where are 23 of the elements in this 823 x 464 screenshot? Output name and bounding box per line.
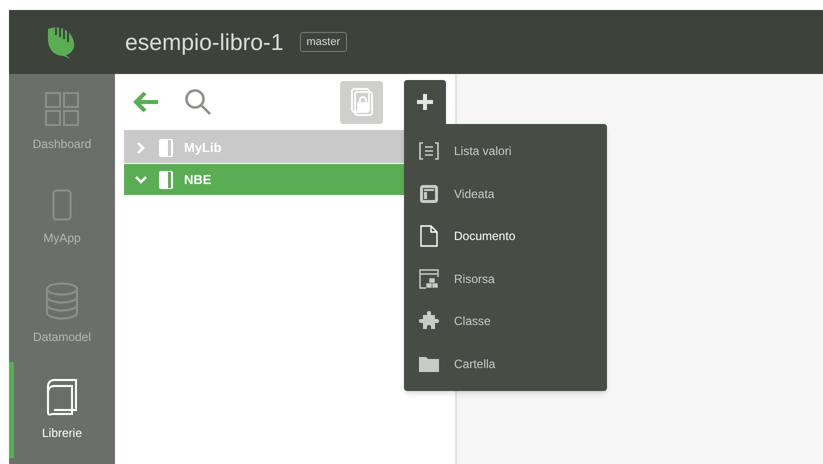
menu-item[interactable]: Classe bbox=[404, 300, 607, 342]
add-button[interactable] bbox=[404, 80, 446, 124]
search-icon[interactable] bbox=[184, 88, 212, 116]
project-title: esempio-libro-1 bbox=[125, 28, 284, 57]
phone-icon bbox=[52, 189, 72, 221]
grid-icon bbox=[44, 91, 80, 127]
lock-icon bbox=[350, 88, 372, 116]
branch-tag: master bbox=[300, 32, 348, 52]
resource-icon bbox=[419, 268, 439, 289]
document-icon bbox=[420, 225, 438, 248]
folder-icon bbox=[419, 356, 439, 372]
menu-item[interactable]: Documento bbox=[404, 215, 607, 258]
menu-item[interactable]: Cartella bbox=[404, 342, 607, 385]
book-icon bbox=[158, 170, 174, 190]
menu-item[interactable]: Risorsa bbox=[404, 258, 607, 300]
plus-icon bbox=[416, 93, 434, 111]
book-icon bbox=[158, 138, 174, 158]
database-icon bbox=[45, 282, 79, 320]
list-icon bbox=[419, 141, 439, 162]
back-arrow-icon[interactable] bbox=[132, 90, 160, 114]
puzzle-icon bbox=[418, 311, 440, 332]
window-icon bbox=[419, 184, 439, 204]
book-icon bbox=[46, 378, 78, 416]
